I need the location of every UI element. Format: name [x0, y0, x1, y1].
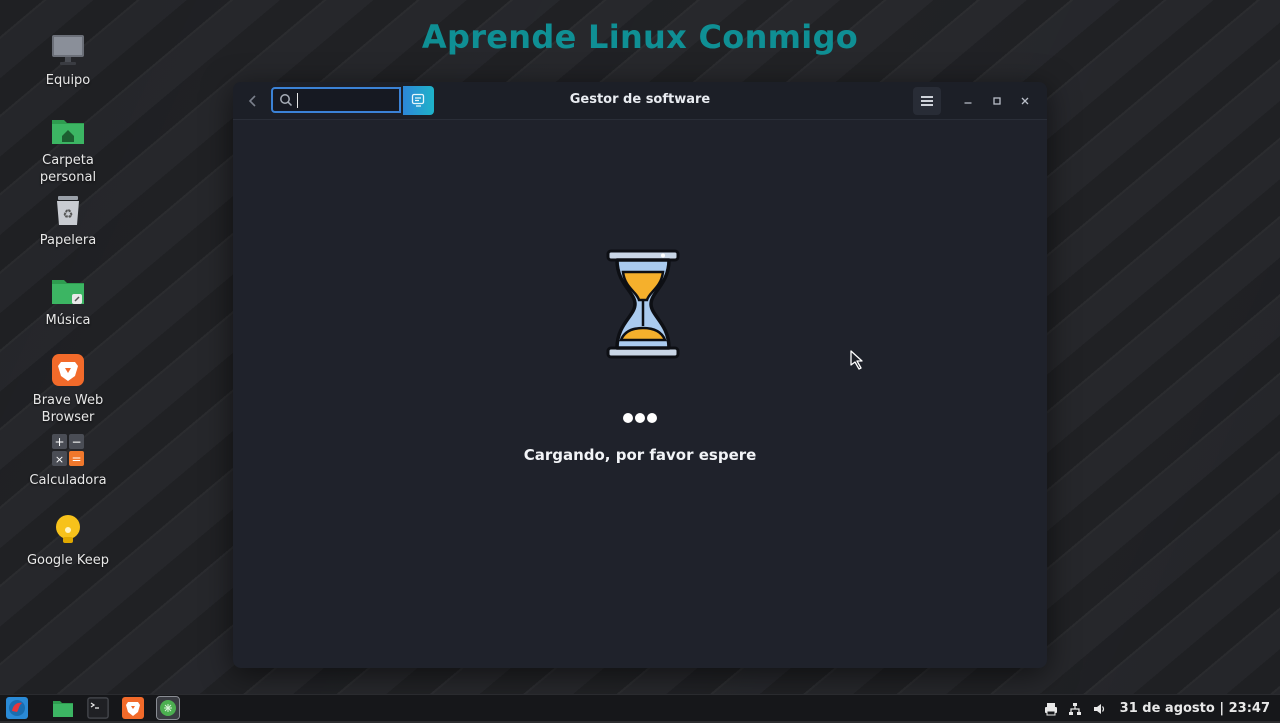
desktop-icon-musica[interactable]: Música — [20, 272, 116, 329]
close-icon — [1021, 97, 1029, 105]
maximize-button[interactable] — [987, 91, 1007, 111]
close-button[interactable] — [1015, 91, 1035, 111]
menu-line — [921, 96, 933, 98]
start-menu-button[interactable] — [6, 697, 28, 719]
software-manager-icon — [160, 700, 176, 716]
loading-message: Cargando, por favor espere — [523, 446, 757, 464]
menu-line — [921, 100, 933, 102]
desktop-icon-calculadora[interactable]: + − × = Calculadora — [20, 432, 116, 489]
music-folder-icon — [52, 280, 84, 304]
desktop-icon-equipo[interactable]: Equipo — [20, 32, 116, 89]
desktop-icon-label: Papelera — [39, 233, 97, 248]
loading-area: Cargando, por favor espere — [233, 120, 1047, 668]
desktop-icon-google-keep[interactable]: Google Keep — [20, 512, 116, 569]
minimize-icon — [964, 102, 972, 104]
system-tray: 31 de agosto | 23:47 — [1044, 695, 1270, 721]
desktop-icon-label: Música — [45, 313, 91, 328]
trash-icon: ♻ — [57, 196, 79, 225]
printer-icon[interactable] — [1044, 702, 1058, 716]
keep-icon — [56, 515, 80, 543]
titlebar: Gestor de software — [233, 82, 1047, 120]
files-icon — [53, 701, 73, 717]
taskbar-terminal-button[interactable] — [87, 697, 109, 719]
desktop-icon-label: Google Keep — [26, 553, 110, 568]
software-manager-window: Gestor de software Cargando, por favor e… — [233, 82, 1047, 668]
taskbar-files-button[interactable] — [52, 697, 74, 719]
svg-text:=: = — [71, 452, 81, 466]
calculator-icon: + − × = — [52, 434, 84, 466]
desktop-icon-label: Brave Web Browser — [32, 393, 104, 425]
hourglass-icon — [606, 249, 680, 359]
svg-text:♻: ♻ — [63, 207, 74, 221]
loading-dots-icon — [623, 413, 657, 423]
brave-icon — [52, 354, 84, 386]
svg-text:−: − — [71, 435, 81, 449]
terminal-icon — [87, 697, 109, 719]
svg-text:+: + — [54, 435, 64, 449]
taskbar-software-manager-button[interactable] — [156, 696, 180, 720]
volume-icon[interactable] — [1092, 702, 1106, 716]
svg-text:×: × — [55, 453, 64, 466]
desktop-icon-label: Carpeta personal — [39, 153, 97, 185]
mouse-pointer-icon — [850, 350, 863, 370]
taskbar: 31 de agosto | 23:47 — [0, 694, 1280, 721]
network-icon[interactable] — [1068, 702, 1082, 716]
brand-title: Aprende Linux Conmigo — [421, 18, 859, 56]
home-folder-icon — [52, 120, 84, 144]
minimize-button[interactable] — [958, 91, 978, 111]
desktop-icon-label: Calculadora — [29, 473, 107, 488]
desktop-icon-papelera[interactable]: ♻ Papelera — [20, 192, 116, 249]
clock[interactable]: 31 de agosto | 23:47 — [1120, 701, 1270, 716]
maximize-icon — [993, 97, 1001, 105]
brave-icon — [126, 702, 140, 716]
hamburger-menu-button[interactable] — [913, 87, 941, 115]
menu-line — [921, 104, 933, 106]
menu-icon — [9, 700, 25, 716]
taskbar-brave-button[interactable] — [122, 697, 144, 719]
computer-icon — [52, 35, 84, 65]
desktop-icon-carpeta-personal[interactable]: Carpeta personal — [20, 112, 116, 186]
desktop-icon-brave[interactable]: Brave Web Browser — [20, 352, 116, 426]
desktop-icon-label: Equipo — [45, 73, 91, 88]
